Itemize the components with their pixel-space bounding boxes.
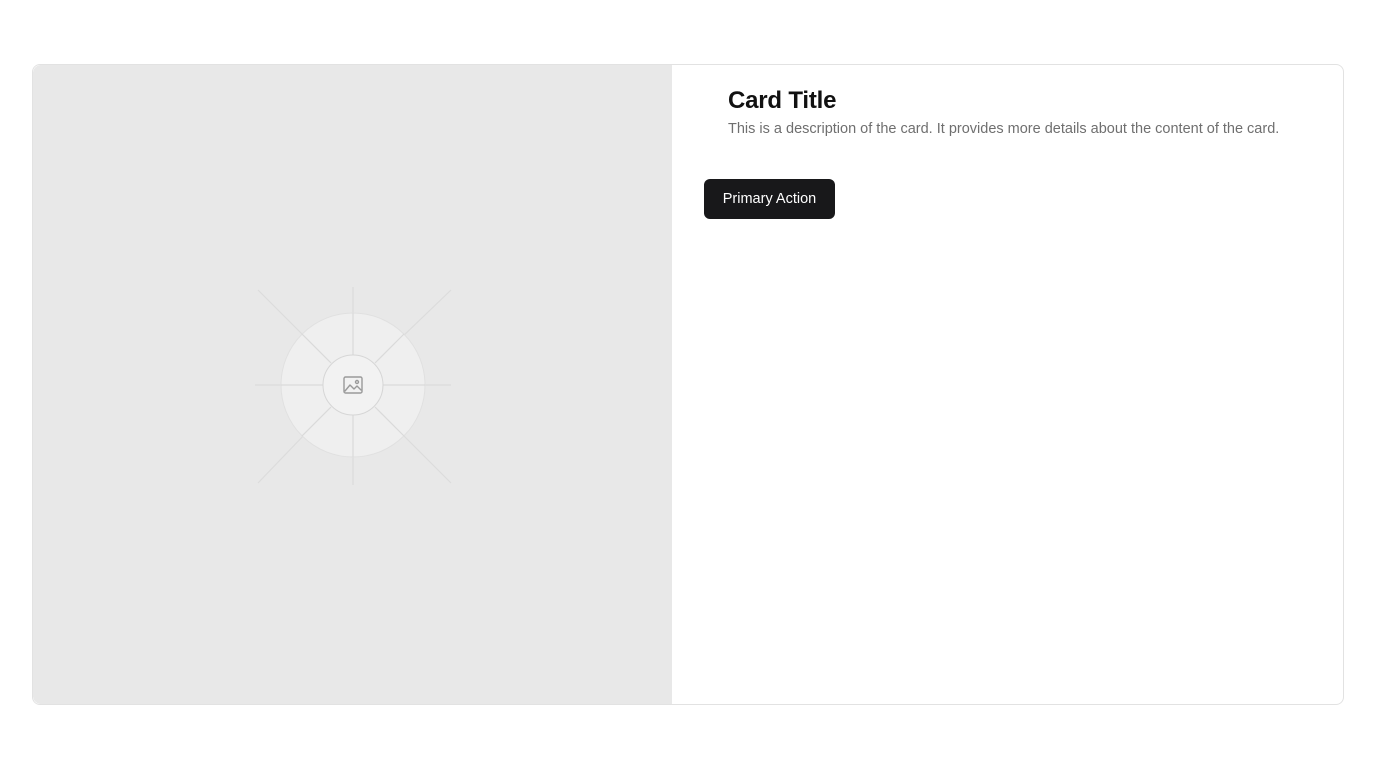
placeholder-burst (255, 287, 452, 485)
card-description: This is a description of the card. It pr… (728, 121, 1280, 137)
card: Card Title This is a description of the … (32, 64, 1344, 705)
card-title: Card Title (728, 87, 837, 114)
card-media-placeholder (33, 65, 672, 704)
card-content: Card Title This is a description of the … (672, 65, 1343, 704)
primary-action-button[interactable]: Primary Action (704, 179, 835, 219)
